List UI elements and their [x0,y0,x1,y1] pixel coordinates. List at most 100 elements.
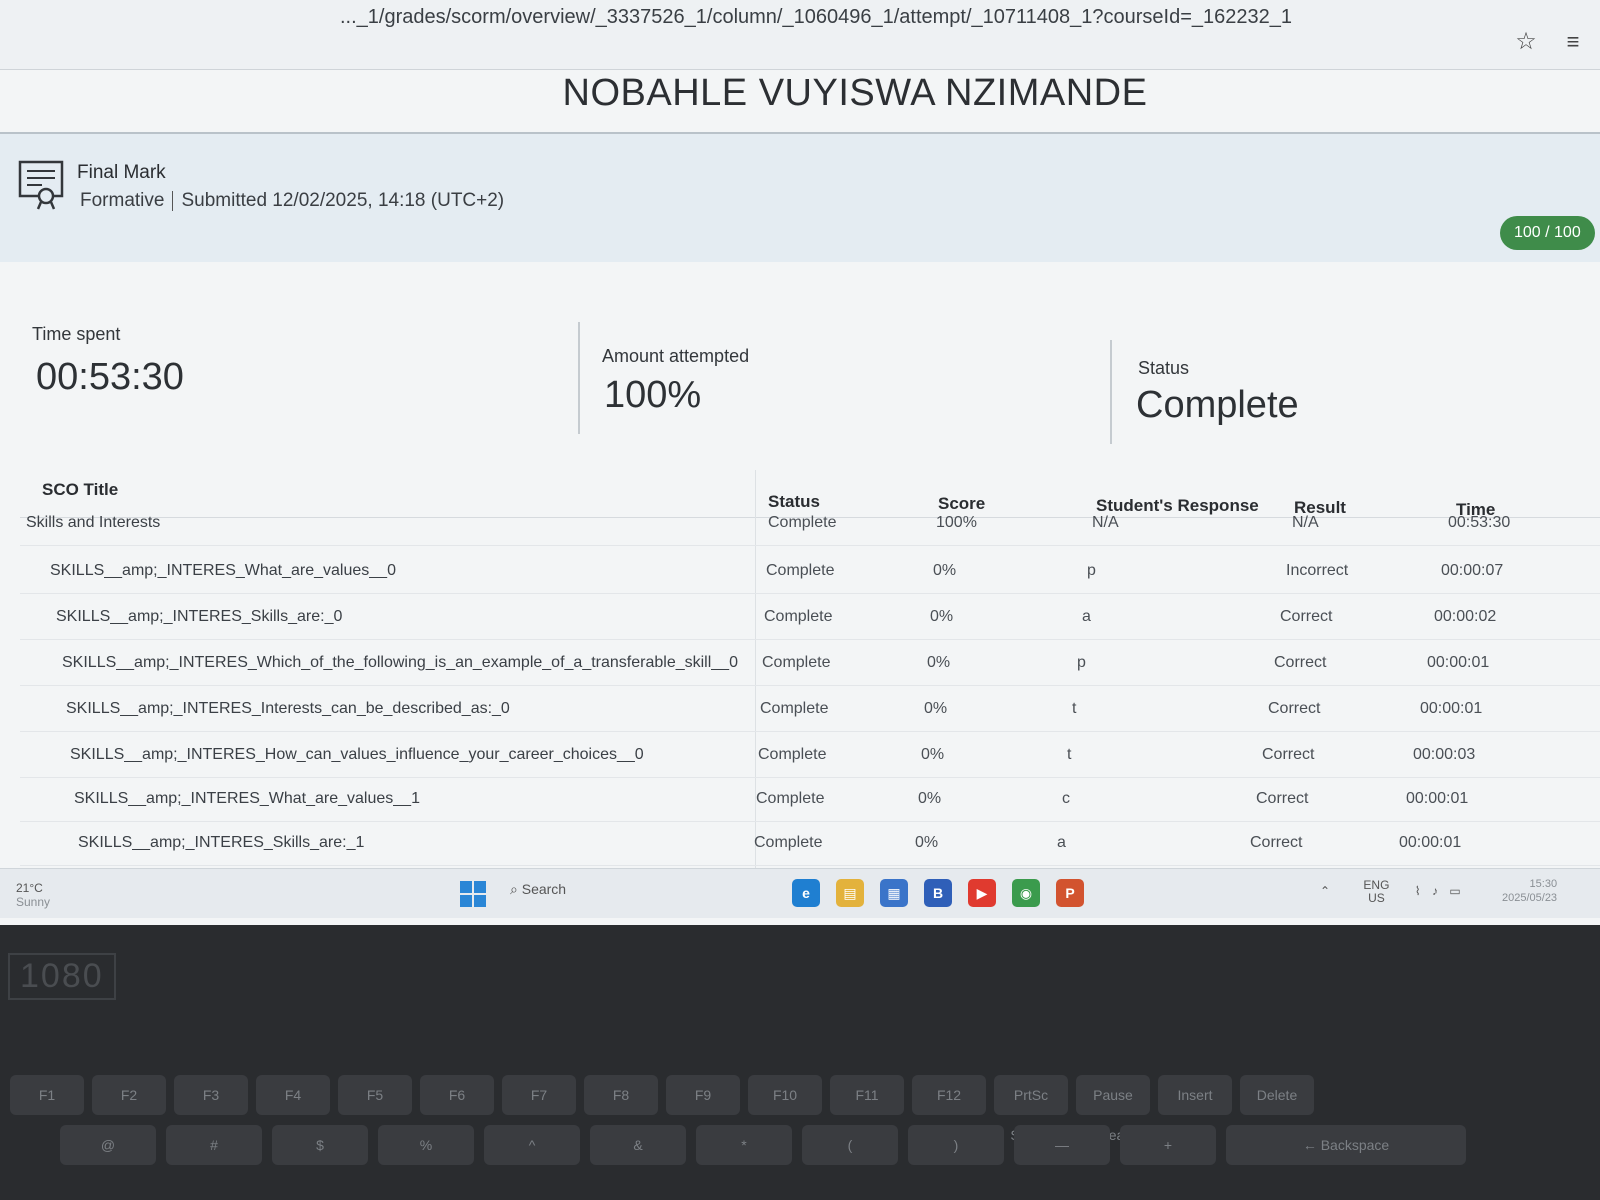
table-row[interactable]: SKILLS__amp;_INTERES_How_can_values_infl… [20,734,1600,778]
response-cell: t [1072,700,1077,717]
url-text[interactable]: ..._1/grades/scorm/overview/_3337526_1/c… [340,6,1292,29]
score-cell: 0% [915,834,939,851]
battery-icon[interactable]: ▭ [1449,884,1460,898]
table-row[interactable]: SKILLS__amp;_INTERES_Skills_are:_0 Comple… [20,596,1600,640]
key-fn[interactable]: F9 [666,1075,740,1115]
time-cell: 00:00:07 [1441,562,1504,579]
table-row[interactable]: SKILLS__amp;_INTERES_What_are_values__1 C… [20,778,1600,822]
search-label: Search [521,881,567,897]
powerpoint-icon[interactable]: P [1056,879,1084,907]
sco-title-cell[interactable]: SKILLS__amp;_INTERES_How_can_values_infl… [70,746,644,764]
clock[interactable]: 15:30 2025/05/23 [1502,877,1557,905]
key[interactable]: $ [272,1125,368,1165]
key-fn[interactable]: PrtSc SysRq [994,1075,1068,1143]
amount-attempted-value: 100% [604,374,702,416]
b-app-icon[interactable]: B [924,879,952,907]
edge-icon[interactable]: e [792,879,820,907]
score-cell: 0% [933,562,957,579]
divider [578,322,580,434]
score-cell: 0% [921,746,945,763]
sco-title-cell[interactable]: SKILLS__amp;_INTERES_Skills_are:_1 [78,834,364,852]
key[interactable]: + [1120,1125,1216,1165]
store-icon[interactable]: ▦ [880,879,908,907]
weather-widget[interactable]: 21°C Sunny [16,881,50,909]
key-fn[interactable]: Delete [1240,1075,1314,1115]
key-fn[interactable]: F7 [502,1075,576,1115]
language-indicator[interactable]: ENG US [1363,879,1389,905]
table-row[interactable]: SKILLS__amp;_INTERES_What_are_values__0 C… [20,550,1600,594]
time-spent-value: 00:53:30 [36,356,184,398]
files-icon[interactable]: ▤ [836,879,864,907]
windows-start-icon[interactable] [460,881,486,907]
youtube-icon[interactable]: ▶ [968,879,996,907]
key-fn[interactable]: F8 [584,1075,658,1115]
student-name: NOBAHLE VUYISWA NZIMANDE [562,72,1148,114]
score-cell: 0% [924,700,948,717]
result-cell: N/A [1292,514,1319,531]
taskbar-search[interactable]: ⌕ Search [510,881,566,898]
table-row[interactable]: SKILLS__amp;_INTERES_Skills_are:_1 Comple… [20,822,1600,866]
sco-title-cell[interactable]: SKILLS__amp;_INTERES_Interests_can_be_de… [66,700,510,718]
assessment-type: Formative [80,190,165,211]
time-cell: 00:00:01 [1427,654,1490,671]
system-tray: ⌃ ENG US ⌇ ♪ ▭ [1320,879,1461,905]
search-icon: ⌕ [510,881,518,897]
key-fn[interactable]: F1 [10,1075,84,1115]
chevron-up-icon[interactable]: ⌃ [1320,884,1330,898]
key-fn[interactable]: Pause Break [1076,1075,1150,1143]
time-cell: 00:00:01 [1420,700,1483,717]
final-mark-panel: Final Mark Formative Submitted 12/02/2025… [0,134,1600,262]
clock-time: 15:30 [1529,878,1558,890]
sco-title-cell[interactable]: SKILLS__amp;_INTERES_What_are_values__0 [50,562,396,580]
sco-title-cell[interactable]: Skills and Interests [26,514,160,532]
time-cell: 00:53:30 [1448,514,1511,531]
sco-title-cell[interactable]: SKILLS__amp;_INTERES_Which_of_the_follow… [62,654,738,672]
final-mark-title: Final Mark [77,162,166,183]
status-cell: Complete [762,654,831,671]
lang: ENG [1363,878,1390,892]
amount-attempted-label: Amount attempted [602,346,750,366]
key[interactable]: # [166,1125,262,1165]
sco-title-cell[interactable]: SKILLS__amp;_INTERES_Skills_are:_0 [56,608,342,626]
key[interactable]: ← Backspace [1226,1125,1466,1165]
key[interactable]: ) [908,1125,1004,1165]
key[interactable]: ( [802,1125,898,1165]
time-cell: 00:00:01 [1399,834,1462,851]
table-row[interactable]: SKILLS__amp;_INTERES_Which_of_the_follow… [20,642,1600,686]
key-fn[interactable]: F4 [256,1075,330,1115]
header-sco-title[interactable]: SCO Title [42,480,118,500]
key[interactable]: * [696,1125,792,1165]
wifi-icon[interactable]: ⌇ [1415,884,1421,898]
taskbar: 21°C Sunny ⌕ Search e ▤ ▦ B ▶ ◉ P ⌃ ENG US ⌇ ♪… [0,868,1600,918]
key[interactable]: — [1014,1125,1110,1165]
key-fn[interactable]: F5 [338,1075,412,1115]
sco-title-cell[interactable]: SKILLS__amp;_INTERES_What_are_values__1 [74,790,420,808]
chrome-icon[interactable]: ◉ [1012,879,1040,907]
table-row[interactable]: SKILLS__amp;_INTERES_Interests_can_be_de… [20,688,1600,732]
status-cell: Complete [766,562,835,579]
table-row[interactable]: Skills and Interests Complete 100% N/A N/A 00… [20,502,1600,546]
key-fn[interactable]: F10 [748,1075,822,1115]
key[interactable]: % [378,1125,474,1165]
address-bar[interactable]: ..._1/grades/scorm/overview/_3337526_1/c… [0,0,1600,70]
response-cell: p [1087,562,1096,579]
key-fn[interactable]: F11 [830,1075,904,1115]
key-fn[interactable]: F12 [912,1075,986,1115]
divider [1110,340,1112,444]
key-fn[interactable]: F6 [420,1075,494,1115]
score-badge: 100 / 100 [1500,216,1595,250]
status-cell: Complete [754,834,823,851]
key[interactable]: & [590,1125,686,1165]
response-cell: p [1077,654,1086,671]
star-bookmark-icon[interactable]: ☆ [1512,28,1540,56]
key-fn[interactable]: Insert [1158,1075,1232,1115]
key[interactable]: @ [60,1125,156,1165]
key-fn[interactable]: F2 [92,1075,166,1115]
volume-icon[interactable]: ♪ [1432,884,1438,898]
key-fn[interactable]: F3 [174,1075,248,1115]
response-cell: c [1062,790,1070,807]
reading-list-icon[interactable]: ≡ [1558,28,1588,56]
score-cell: 0% [918,790,942,807]
weather-temp: 21°C [16,881,43,895]
key[interactable]: ^ [484,1125,580,1165]
